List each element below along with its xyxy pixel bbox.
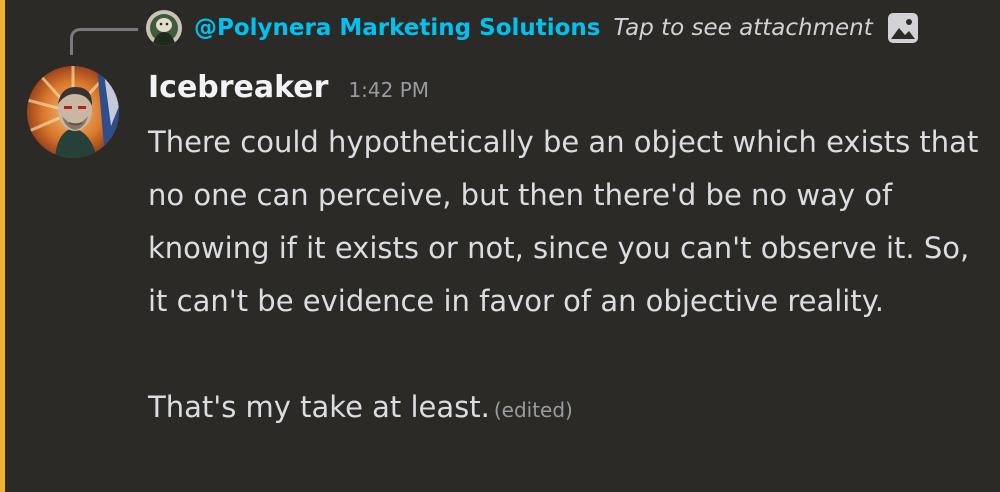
message-content: There could hypothetically be an object …: [148, 116, 988, 437]
user-avatar[interactable]: [27, 66, 119, 158]
closing-text: That's my take at least.: [148, 390, 490, 424]
reply-connector-line: [70, 28, 138, 55]
reply-author-name[interactable]: @Polynera Marketing Solutions: [194, 15, 601, 41]
message-paragraph: There could hypothetically be an object …: [148, 125, 979, 318]
message-paragraph-closing: That's my take at least. (edited): [148, 381, 988, 437]
edited-label: (edited): [493, 398, 573, 422]
chat-message: @Polynera Marketing Solutions Tap to see…: [0, 0, 1000, 492]
highlight-accent-bar: [0, 0, 5, 492]
reply-reference[interactable]: @Polynera Marketing Solutions Tap to see…: [146, 8, 919, 48]
reply-preview-text[interactable]: Tap to see attachment: [614, 15, 873, 41]
reply-author-avatar[interactable]: [146, 10, 182, 46]
message-header: Icebreaker 1:42 PM: [148, 70, 429, 114]
username[interactable]: Icebreaker: [148, 70, 328, 105]
image-icon: [887, 13, 918, 43]
timestamp[interactable]: 1:42 PM: [348, 78, 429, 102]
